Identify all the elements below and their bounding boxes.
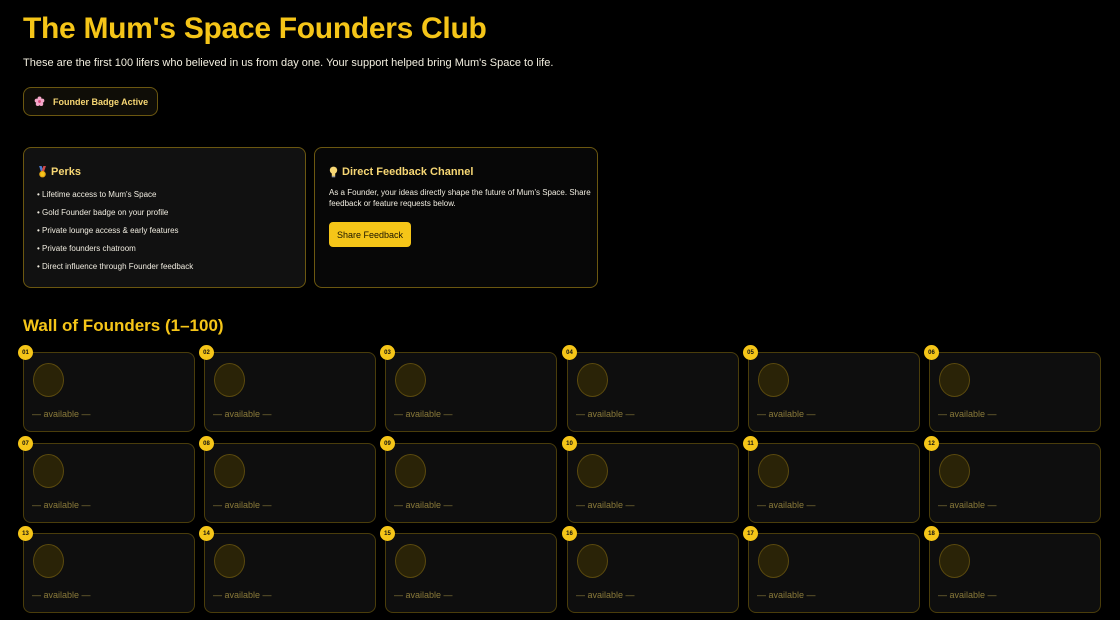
page-subtitle: These are the first 100 lifers who belie… xyxy=(23,57,554,69)
perks-title: Perks xyxy=(51,166,81,178)
founder-slot[interactable]: 07 — available — xyxy=(18,436,195,523)
slot-number-badge: 06 xyxy=(924,345,939,360)
slot-status-label: — available — xyxy=(938,590,997,600)
cherry-blossom-icon xyxy=(34,96,45,107)
avatar-placeholder xyxy=(214,544,245,578)
avatar-placeholder xyxy=(939,544,970,578)
slot-number-badge: 08 xyxy=(199,436,214,451)
slot-status-label: — available — xyxy=(938,500,997,510)
avatar-placeholder xyxy=(577,454,608,488)
founder-slot[interactable]: 09 — available — xyxy=(380,436,557,523)
slot-status-label: — available — xyxy=(213,500,272,510)
slot-status-label: — available — xyxy=(757,500,816,510)
avatar-placeholder xyxy=(758,454,789,488)
founder-slot[interactable]: 01 — available — xyxy=(18,345,195,432)
founder-slot[interactable]: 17 — available — xyxy=(743,526,920,613)
slot-status-label: — available — xyxy=(576,500,635,510)
avatar-placeholder xyxy=(395,454,426,488)
slot-status-label: — available — xyxy=(32,409,91,419)
wall-title: Wall of Founders (1–100) xyxy=(23,316,224,335)
slot-number-badge: 02 xyxy=(199,345,214,360)
avatar-placeholder xyxy=(939,454,970,488)
avatar-placeholder xyxy=(577,363,608,397)
feedback-title: Direct Feedback Channel xyxy=(342,166,474,178)
slot-status-label: — available — xyxy=(32,590,91,600)
slot-status-label: — available — xyxy=(213,590,272,600)
avatar-placeholder xyxy=(395,363,426,397)
slot-number-badge: 17 xyxy=(743,526,758,541)
founder-slot[interactable]: 03 — available — xyxy=(380,345,557,432)
founder-slot[interactable]: 16 — available — xyxy=(562,526,739,613)
avatar-placeholder xyxy=(939,363,970,397)
medal-icon xyxy=(39,166,46,178)
founder-slot[interactable]: 08 — available — xyxy=(199,436,376,523)
slot-number-badge: 03 xyxy=(380,345,395,360)
lightbulb-icon xyxy=(329,166,338,178)
founder-slot[interactable]: 10 — available — xyxy=(562,436,739,523)
slot-status-label: — available — xyxy=(394,409,453,419)
slot-number-badge: 13 xyxy=(18,526,33,541)
share-feedback-button[interactable]: Share Feedback xyxy=(329,222,411,247)
slot-number-badge: 11 xyxy=(743,436,758,451)
feedback-heading: Direct Feedback Channel xyxy=(328,166,473,178)
founder-slot[interactable]: 14 — available — xyxy=(199,526,376,613)
founder-slot[interactable]: 12 — available — xyxy=(924,436,1101,523)
slot-number-badge: 07 xyxy=(18,436,33,451)
slot-number-badge: 05 xyxy=(743,345,758,360)
founder-slot[interactable]: 13 — available — xyxy=(18,526,195,613)
slot-status-label: — available — xyxy=(576,409,635,419)
avatar-placeholder xyxy=(33,363,64,397)
founders-club-page: The Mum's Space Founders Club These are … xyxy=(0,0,1120,620)
perk-item: • Private lounge access & early features xyxy=(37,226,179,235)
avatar-placeholder xyxy=(758,363,789,397)
avatar-placeholder xyxy=(758,544,789,578)
founder-slot[interactable]: 18 — available — xyxy=(924,526,1101,613)
avatar-placeholder xyxy=(214,363,245,397)
perks-heading: Perks xyxy=(37,166,81,178)
perks-card: Perks • Lifetime access to Mum's Space •… xyxy=(23,147,306,288)
founder-slot[interactable]: 11 — available — xyxy=(743,436,920,523)
slot-number-badge: 01 xyxy=(18,345,33,360)
founder-slot[interactable]: 06 — available — xyxy=(924,345,1101,432)
slot-number-badge: 18 xyxy=(924,526,939,541)
slot-number-badge: 12 xyxy=(924,436,939,451)
avatar-placeholder xyxy=(395,544,426,578)
feedback-description: As a Founder, your ideas directly shape … xyxy=(329,188,591,208)
founder-slot[interactable]: 04 — available — xyxy=(562,345,739,432)
slot-status-label: — available — xyxy=(213,409,272,419)
avatar-placeholder xyxy=(214,454,245,488)
slot-number-badge: 04 xyxy=(562,345,577,360)
founder-slot[interactable]: 02 — available — xyxy=(199,345,376,432)
page-title: The Mum's Space Founders Club xyxy=(23,12,487,45)
slot-status-label: — available — xyxy=(394,590,453,600)
slot-number-badge: 10 xyxy=(562,436,577,451)
avatar-placeholder xyxy=(33,454,64,488)
slot-status-label: — available — xyxy=(757,409,816,419)
founder-slot[interactable]: 05 — available — xyxy=(743,345,920,432)
slot-number-badge: 14 xyxy=(199,526,214,541)
founder-slot[interactable]: 15 — available — xyxy=(380,526,557,613)
slot-number-badge: 09 xyxy=(380,436,395,451)
feedback-card: Direct Feedback Channel As a Founder, yo… xyxy=(314,147,598,288)
slot-status-label: — available — xyxy=(938,409,997,419)
slot-number-badge: 15 xyxy=(380,526,395,541)
slot-status-label: — available — xyxy=(32,500,91,510)
founder-badge-label: Founder Badge Active xyxy=(53,96,149,107)
slot-status-label: — available — xyxy=(576,590,635,600)
perk-item: • Lifetime access to Mum's Space xyxy=(37,190,157,199)
perk-item: • Direct influence through Founder feedb… xyxy=(37,262,194,271)
avatar-placeholder xyxy=(577,544,608,578)
slot-status-label: — available — xyxy=(757,590,816,600)
slot-status-label: — available — xyxy=(394,500,453,510)
perks-list: • Lifetime access to Mum's Space • Gold … xyxy=(37,189,193,279)
founder-badge: Founder Badge Active xyxy=(23,87,159,116)
perk-item: • Private founders chatroom xyxy=(37,244,136,253)
avatar-placeholder xyxy=(33,544,64,578)
perk-item: • Gold Founder badge on your profile xyxy=(37,208,169,217)
slot-number-badge: 16 xyxy=(562,526,577,541)
